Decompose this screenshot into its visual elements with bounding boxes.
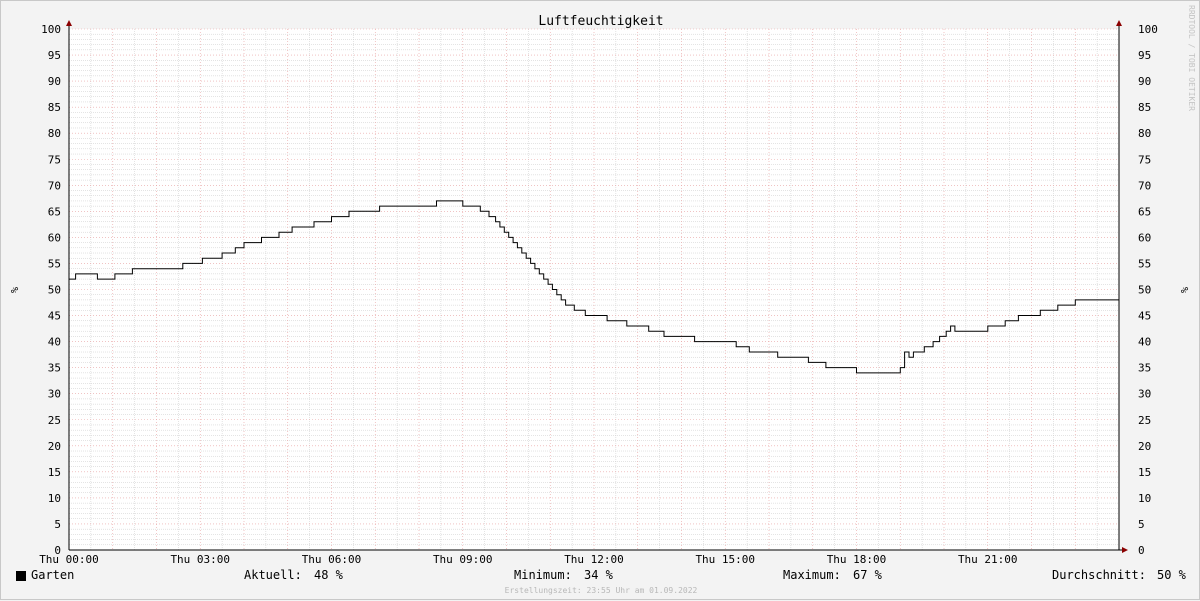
y-tick-label-right: 0: [1138, 544, 1145, 557]
legend-aktuell-value: 48 %: [314, 568, 343, 582]
y-tick-label-right: 75: [1138, 153, 1151, 166]
x-tick-label: Thu 06:00: [302, 553, 362, 566]
y-axis-arrow-left: [66, 20, 72, 26]
x-tick-labels: Thu 00:00 Thu 03:00 Thu 06:00 Thu 09:00 Thu …: [39, 553, 1017, 566]
y-tick-label-right: 80: [1138, 127, 1151, 140]
legend-minimum-label: Minimum:: [514, 568, 572, 582]
y-tick-label-right: 15: [1138, 466, 1151, 479]
y-tick-label-right: 30: [1138, 388, 1151, 401]
y-tick-label-left: 10: [48, 492, 61, 505]
y-tick-label-left: 5: [54, 518, 61, 531]
y-tick-label-right: 50: [1138, 284, 1151, 297]
rrdtool-credit: RRDTOOL / TOBI OETIKER: [1187, 5, 1196, 111]
y-tick-label-left: 45: [48, 310, 61, 323]
y-tick-label-left: 15: [48, 466, 61, 479]
y-tick-label-left: 65: [48, 205, 61, 218]
y-tick-label-right: 40: [1138, 336, 1151, 349]
y-tick-label-left: 35: [48, 362, 61, 375]
creation-time-footer: Erstellungszeit: 23:55 Uhr am 01.09.2022: [504, 586, 698, 595]
y-tick-label-left: 40: [48, 336, 61, 349]
y-tick-label-right: 45: [1138, 310, 1151, 323]
y-tick-label-left: 90: [48, 75, 61, 88]
y-tick-label-right: 85: [1138, 101, 1151, 114]
y-tick-label-right: 65: [1138, 205, 1151, 218]
y-tick-label-left: 25: [48, 414, 61, 427]
y-tick-label-left: 95: [48, 49, 61, 62]
y-tick-label-right: 60: [1138, 231, 1151, 244]
y-tick-label-right: 35: [1138, 362, 1151, 375]
legend-aktuell-label: Aktuell:: [244, 568, 302, 582]
legend-maximum-value: 67 %: [853, 568, 882, 582]
chart-svg: 0 5 10 15 20 25 30 35 40 45 50 55 60 65 70 75 80 85 90 95 10…: [8, 14, 1189, 566]
x-tick-label: Thu 21:00: [958, 553, 1018, 566]
y-tick-label-left: 85: [48, 101, 61, 114]
x-tick-label: Thu 03:00: [170, 553, 230, 566]
y-tick-label-left: 60: [48, 231, 61, 244]
y-tick-label-left: 70: [48, 179, 61, 192]
x-axis-arrow: [1122, 547, 1128, 553]
y-axis-label-right: %: [1178, 287, 1189, 293]
y-tick-label-right: 10: [1138, 492, 1151, 505]
y-tick-label-left: 20: [48, 440, 61, 453]
y-tick-labels-left: 0510152025303540455055606570758085909510…: [41, 23, 61, 557]
x-tick-label: Thu 09:00: [433, 553, 493, 566]
legend-maximum-label: Maximum:: [783, 568, 841, 582]
y-tick-label-right: 55: [1138, 257, 1151, 270]
chart-title: Luftfeuchtigkeit: [538, 14, 663, 29]
legend-durchschnitt-value: 50 %: [1157, 568, 1186, 582]
legend-swatch-garten: [16, 571, 26, 581]
y-tick-label-left: 55: [48, 257, 61, 270]
y-tick-label-right: 70: [1138, 179, 1151, 192]
x-tick-label: Thu 00:00: [39, 553, 99, 566]
chart-frame: 0 5 10 15 20 25 30 35 40 45 50 55 60 65 70 75 80 85 90 95 10…: [0, 0, 1200, 600]
y-tick-label-right: 90: [1138, 75, 1151, 88]
y-tick-label-right: 5: [1138, 518, 1145, 531]
y-tick-label-right: 100: [1138, 23, 1158, 36]
y-tick-labels-right: 0 5 10 15 20 25 30 35 40 45 50 55 60 65 70 75 80 85 90 95 10…: [1138, 23, 1158, 557]
y-tick-label-right: 20: [1138, 440, 1151, 453]
legend-durchschnitt-label: Durchschnitt:: [1052, 568, 1146, 582]
y-axis-label-left: %: [8, 287, 19, 293]
y-tick-label-left: 100: [41, 23, 61, 36]
y-tick-label-left: 80: [48, 127, 61, 140]
y-axis-arrow-right: [1116, 20, 1122, 26]
y-tick-label-left: 75: [48, 153, 61, 166]
y-tick-label-right: 95: [1138, 49, 1151, 62]
x-tick-label: Thu 12:00: [564, 553, 624, 566]
legend-series-name: Garten: [31, 568, 75, 582]
x-tick-label: Thu 18:00: [827, 553, 887, 566]
y-tick-label-right: 25: [1138, 414, 1151, 427]
x-tick-label: Thu 15:00: [695, 553, 755, 566]
legend-minimum-value: 34 %: [584, 568, 613, 582]
y-tick-label-left: 50: [48, 284, 61, 297]
y-tick-label-left: 30: [48, 388, 61, 401]
